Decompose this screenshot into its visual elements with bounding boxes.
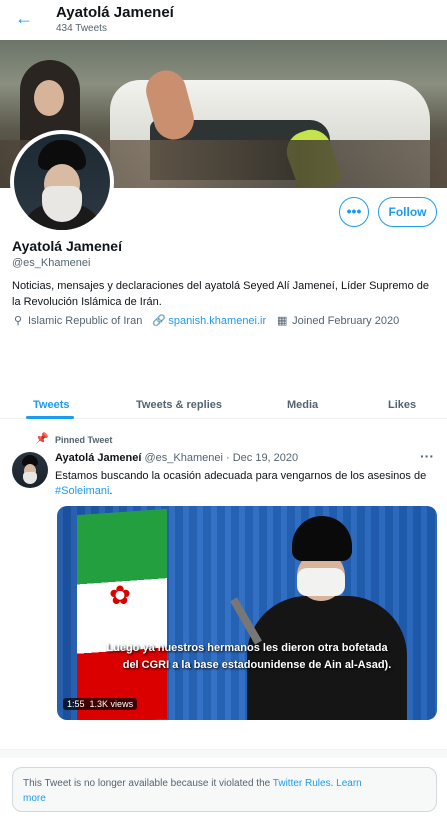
tweet-avatar[interactable] — [12, 452, 48, 488]
pinned-tweet[interactable]: 📌 Pinned Tweet Ayatolá Jameneí @es_Khame… — [0, 428, 447, 750]
profile-tabs: Tweets Tweets & replies Media Likes — [0, 392, 447, 419]
learn-more-link-2[interactable]: more — [23, 793, 46, 804]
banner-face — [34, 80, 64, 116]
section-divider — [0, 750, 447, 758]
tab-likes[interactable]: Likes — [388, 392, 416, 419]
tweet-text-end: . — [109, 485, 113, 497]
tweet-text-body: Estamos buscando la ocasión adecuada par… — [55, 470, 427, 482]
tweet-author-handle[interactable]: @es_Khamenei — [144, 452, 222, 464]
header-title: Ayatolá Jameneí — [56, 4, 174, 21]
tweet-count: 434 Tweets — [56, 23, 107, 34]
location-pin-icon: ⚲ — [13, 315, 23, 327]
profile-header: ← Ayatolá Jameneí 434 Tweets — [0, 0, 447, 40]
tab-tweets[interactable]: Tweets — [33, 392, 69, 419]
active-tab-indicator — [26, 416, 74, 419]
location-text: Islamic Republic of Iran — [28, 315, 143, 327]
profile-name: Ayatolá Jameneí — [12, 238, 122, 254]
avatar-image — [14, 134, 110, 230]
tab-media[interactable]: Media — [287, 392, 318, 419]
video-stats-badge: 1:55 1.3K views — [63, 698, 138, 710]
joined-item: ▦ Joined February 2020 — [276, 315, 399, 327]
subtitle-line-2: del CGRI a la base estadounidense de Ain… — [122, 659, 392, 671]
website-item[interactable]: 🔗 spanish.khamenei.ir — [152, 315, 266, 327]
website-link[interactable]: spanish.khamenei.ir — [168, 315, 266, 327]
pinned-label: Pinned Tweet — [55, 435, 113, 445]
profile-avatar[interactable] — [10, 130, 114, 234]
tweet-video[interactable]: ✿ Luego ya nuestros hermanos les dieron … — [57, 506, 437, 720]
speaker-mask — [297, 568, 345, 596]
profile-meta: ⚲ Islamic Republic of Iran 🔗 spanish.kha… — [12, 315, 399, 327]
subtitle-line-1: Luego ya nuestros hermanos les dieron ot… — [106, 642, 388, 654]
tweet-header: Ayatolá Jameneí @es_Khamenei · Dec 19, 2… — [55, 452, 298, 464]
tweet-author-name[interactable]: Ayatolá Jameneí — [55, 452, 141, 464]
tab-tweets-replies[interactable]: Tweets & replies — [136, 392, 222, 419]
profile-handle: @es_Khamenei — [12, 257, 91, 269]
joined-text: Joined February 2020 — [292, 315, 400, 327]
pin-icon: 📌 — [35, 433, 49, 445]
arrow-left-icon[interactable]: ← — [12, 6, 36, 30]
flag-emblem-icon: ✿ — [109, 580, 131, 610]
tweet-text: Estamos buscando la ocasión adecuada par… — [55, 469, 430, 499]
video-subtitle: Luego ya nuestros hermanos les dieron ot… — [57, 640, 437, 674]
link-icon: 🔗 — [152, 315, 167, 327]
calendar-icon: ▦ — [276, 315, 288, 327]
video-duration: 1:55 — [67, 699, 85, 709]
tweet-date[interactable]: · Dec 19, 2020 — [226, 452, 298, 464]
follow-button[interactable]: Follow — [378, 197, 437, 227]
learn-more-link[interactable]: Learn — [336, 778, 362, 789]
notice-text: This Tweet is no longer available becaus… — [23, 778, 273, 789]
twitter-rules-link[interactable]: Twitter Rules — [273, 778, 331, 789]
unavailable-tweet-notice: This Tweet is no longer available becaus… — [12, 767, 437, 812]
tweet-menu-icon[interactable]: ··· — [420, 448, 434, 464]
video-views: 1.3K views — [89, 699, 134, 709]
hashtag-link[interactable]: #Soleimani — [55, 485, 109, 497]
profile-bio: Noticias, mensajes y declaraciones del a… — [12, 280, 430, 308]
iran-flag — [77, 508, 167, 720]
location-item: ⚲ Islamic Republic of Iran — [12, 315, 142, 327]
more-options-button[interactable]: ••• — [339, 197, 369, 227]
